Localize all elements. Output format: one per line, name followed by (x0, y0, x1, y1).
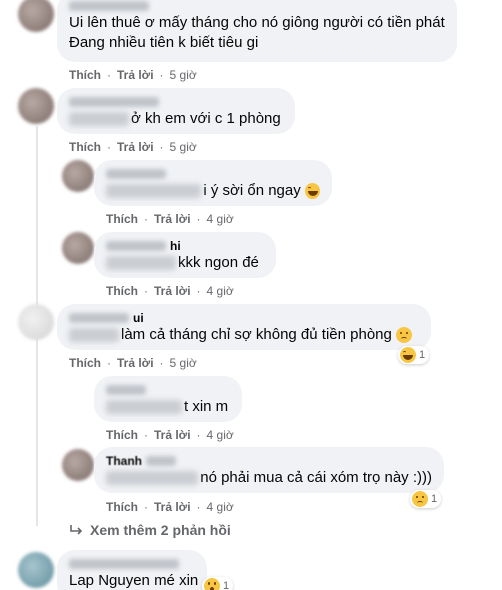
reaction-count: 1 (223, 580, 230, 590)
reaction-badge[interactable]: 1 (410, 490, 442, 508)
avatar[interactable] (18, 552, 54, 588)
reply-button[interactable]: Trả lời (117, 356, 154, 370)
tagged-name[interactable] (106, 184, 202, 198)
separator: · (196, 500, 201, 514)
comment-bubble: hi kkk ngon đé (94, 232, 276, 278)
timestamp[interactable]: 4 giờ (207, 284, 234, 298)
reply-button[interactable]: Trả lời (117, 68, 154, 82)
author-name[interactable] (106, 167, 320, 181)
comment-text-line-2: Đang nhiều tiên k biết tiêu gi (69, 34, 259, 51)
comment-actions: Thích · Trả lời · 5 giờ (69, 68, 197, 82)
sad-emoji (395, 327, 412, 343)
separator: · (107, 68, 111, 82)
avatar[interactable] (18, 304, 54, 340)
reply-button[interactable]: Trả lời (117, 140, 154, 154)
timestamp[interactable]: 5 giờ (170, 356, 197, 370)
rofl-emoji (304, 183, 320, 199)
like-button[interactable]: Thích (69, 356, 101, 370)
comment-actions: Thích · Trả lời · 4 giờ (106, 284, 234, 298)
tagged-name[interactable] (69, 112, 129, 126)
avatar[interactable] (62, 160, 94, 192)
avatar[interactable] (18, 88, 54, 124)
separator: · (196, 212, 201, 226)
comment-text: ở kh em với c 1 phòng (131, 110, 281, 127)
separator: · (107, 356, 111, 370)
separator: · (159, 356, 164, 370)
comment-bubble: t xin m (94, 376, 242, 422)
tagged-name[interactable] (106, 256, 176, 270)
author-name[interactable] (69, 0, 445, 13)
like-button[interactable]: Thích (106, 284, 138, 298)
like-button[interactable]: Thích (106, 500, 138, 514)
separator: · (159, 140, 164, 154)
comment-bubble: Thanh nó phải mua cả cái xóm trọ này :))… (94, 447, 444, 493)
comment-text: nó phải mua cả cái xóm trọ này :))) (200, 469, 432, 486)
like-button[interactable]: Thích (69, 68, 101, 82)
comment-bubble: ở kh em với c 1 phòng (57, 88, 295, 134)
reply-button[interactable]: Trả lời (154, 428, 191, 442)
separator: · (144, 212, 148, 226)
comment-actions: Thích · Trả lời · 5 giờ (69, 356, 197, 370)
comment-actions: Thích · Trả lời · 5 giờ (69, 140, 197, 154)
comment-actions: Thích · Trả lời · 4 giờ (106, 212, 234, 226)
avatar[interactable] (62, 232, 94, 264)
like-button[interactable]: Thích (106, 428, 138, 442)
comment-bubble: Lap Nguyen mé xin (57, 550, 207, 590)
comment-text: làm cả tháng chỉ sợ không đủ tiền phòng (121, 326, 392, 343)
author-name[interactable] (69, 557, 195, 571)
separator: · (144, 284, 148, 298)
comment-text: Ui lên thuê ơ mấy tháng cho nó giông ngư… (69, 14, 445, 31)
author-name[interactable]: Thanh (106, 454, 432, 468)
reply-arrow-icon (70, 525, 83, 535)
wow-reaction-icon (204, 578, 220, 590)
comment-bubble: Ui lên thuê ơ mấy tháng cho nó giông ngư… (57, 0, 457, 62)
comment-actions: Thích · Trả lời · 4 giờ (106, 500, 234, 514)
author-name[interactable]: ui (69, 311, 419, 325)
tagged-name[interactable] (106, 400, 182, 414)
comment-bubble: i ý sời ổn ngay (94, 160, 332, 206)
like-button[interactable]: Thích (69, 140, 101, 154)
like-button[interactable]: Thích (106, 212, 138, 226)
see-more-label: Xem thêm 2 phản hồi (90, 522, 231, 538)
timestamp[interactable]: 5 giờ (170, 140, 197, 154)
sad-reaction-icon (412, 491, 428, 507)
see-more-replies-link[interactable]: Xem thêm 2 phản hồi (70, 522, 231, 538)
timestamp[interactable]: 5 giờ (170, 68, 197, 82)
reply-button[interactable]: Trả lời (154, 284, 191, 298)
separator: · (196, 428, 201, 442)
comment-text: kkk ngon đé (178, 254, 259, 271)
separator: · (196, 284, 201, 298)
reaction-count: 1 (419, 349, 426, 361)
reaction-badge[interactable]: 1 (202, 577, 234, 590)
separator: · (107, 140, 111, 154)
reaction-badge[interactable]: 1 (398, 346, 430, 364)
comment-text: i ý sời ổn ngay (203, 182, 301, 199)
reply-button[interactable]: Trả lời (154, 500, 191, 514)
author-name[interactable] (69, 95, 283, 109)
reaction-count: 1 (431, 493, 438, 505)
avatar[interactable] (18, 0, 54, 32)
comment-bubble: ui làm cả tháng chỉ sợ không đủ tiền phò… (57, 304, 431, 350)
haha-reaction-icon (400, 347, 416, 363)
author-name[interactable]: hi (106, 239, 264, 253)
comment-text: Lap Nguyen mé xin (69, 572, 199, 589)
reply-button[interactable]: Trả lời (154, 212, 191, 226)
separator: · (144, 428, 148, 442)
author-name[interactable] (106, 383, 230, 397)
comment-text: t xin m (184, 398, 229, 415)
separator: · (144, 500, 148, 514)
avatar[interactable] (62, 449, 94, 481)
timestamp[interactable]: 4 giờ (207, 500, 234, 514)
tagged-name[interactable] (69, 328, 119, 342)
tagged-name[interactable] (106, 471, 199, 485)
timestamp[interactable]: 4 giờ (207, 212, 234, 226)
timestamp[interactable]: 4 giờ (207, 428, 234, 442)
separator: · (159, 68, 164, 82)
comment-actions: Thích · Trả lời · 4 giờ (106, 428, 234, 442)
